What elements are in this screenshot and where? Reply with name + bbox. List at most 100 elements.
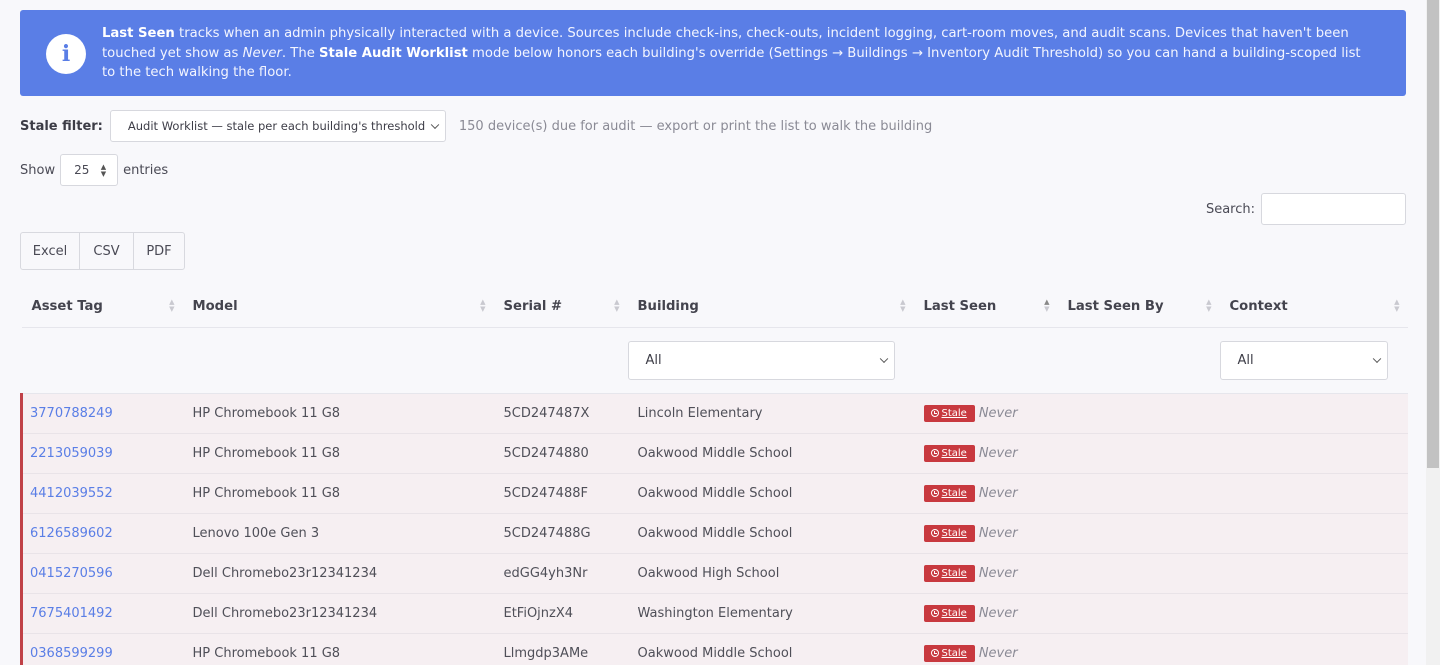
column-header-last-seen[interactable]: Last Seen ▲ ▼ <box>913 287 1058 328</box>
stale-label: Stale <box>941 607 967 619</box>
sort-icon: ▲ ▼ <box>480 298 486 313</box>
cell-context <box>1219 633 1408 665</box>
table-row: 2213059039 HP Chromebook 11 G8 5CD2474880 O… <box>20 433 1408 474</box>
cell-last-seen: Stale Never <box>913 633 1058 665</box>
excel-button[interactable]: Excel <box>20 232 80 270</box>
devices-table: Asset Tag ▲ ▼ Model ▲ ▼ Serial # ▲ ▼ Building ▲… <box>20 287 1408 665</box>
asset-tag-link[interactable]: 6126589602 <box>30 526 113 541</box>
stale-badge[interactable]: Stale <box>923 444 975 462</box>
column-header-asset-tag[interactable]: Asset Tag ▲ ▼ <box>21 287 183 328</box>
search-input[interactable] <box>1261 193 1406 225</box>
context-filter-value: All <box>1237 352 1254 368</box>
cell-model: HP Chromebook 11 G8 <box>182 433 494 474</box>
cell-serial: 5CD247488G <box>493 513 628 554</box>
cell-context <box>1219 553 1408 594</box>
cell-serial: EtFiOjnzX4 <box>493 593 628 634</box>
clock-icon <box>930 449 939 457</box>
cell-building: Oakwood Middle School <box>627 473 914 514</box>
banner-bold-worklist: Stale Audit Worklist <box>319 45 468 61</box>
cell-asset-tag: 0368599299 <box>20 633 183 665</box>
asset-tag-link[interactable]: 2213059039 <box>30 446 113 461</box>
cell-building: Oakwood Middle School <box>627 633 914 665</box>
banner-text: Last Seen tracks when an admin physicall… <box>102 24 1376 83</box>
asset-tag-link[interactable]: 3770788249 <box>30 406 113 421</box>
cell-model: Dell Chromebo23r12341234 <box>182 553 494 594</box>
header-label: Last Seen By <box>1067 299 1164 315</box>
stale-badge[interactable]: Stale <box>923 644 975 662</box>
cell-context <box>1219 513 1408 554</box>
cell-last-seen: Stale Never <box>913 473 1058 514</box>
clock-icon <box>930 609 939 617</box>
cell-building: Oakwood Middle School <box>627 513 914 554</box>
page-length-value: 25 <box>74 163 90 177</box>
column-header-last-seen-by[interactable]: Last Seen By ▲ ▼ <box>1057 287 1220 328</box>
length-control: Show 25 ▲ ▼ entries <box>20 154 1406 186</box>
search-row: Search: <box>20 193 1406 225</box>
stale-badge[interactable]: Stale <box>923 524 975 542</box>
building-filter-value: All <box>645 352 662 368</box>
cell-context <box>1219 433 1408 474</box>
last-seen-value: Never <box>978 645 1018 661</box>
stale-badge[interactable]: Stale <box>923 604 975 622</box>
pdf-button[interactable]: PDF <box>133 232 185 270</box>
stale-badge[interactable]: Stale <box>923 564 975 582</box>
table-row: 0415270596 Dell Chromebo23r12341234 edGG4y… <box>20 553 1408 594</box>
sort-asc-icon: ▲ ▼ <box>1044 298 1050 313</box>
column-header-serial[interactable]: Serial # ▲ ▼ <box>493 287 628 328</box>
building-filter-select[interactable]: All <box>627 340 895 380</box>
asset-tag-link[interactable]: 0368599299 <box>30 646 113 661</box>
scrollbar-thumb[interactable] <box>1427 0 1439 468</box>
column-header-building[interactable]: Building ▲ ▼ <box>627 287 914 328</box>
scrollbar[interactable] <box>1426 0 1440 665</box>
cell-serial: 5CD247488F <box>493 473 628 514</box>
cell-last-seen-by <box>1057 433 1220 474</box>
sort-icon: ▲ ▼ <box>614 298 620 313</box>
context-filter-select[interactable]: All <box>1219 340 1388 380</box>
page-length-select[interactable]: 25 ▲ ▼ <box>60 154 119 186</box>
stale-filter-select[interactable]: Audit Worklist — stale per each building… <box>109 110 446 142</box>
cell-model: Lenovo 100e Gen 3 <box>182 513 494 554</box>
column-header-context[interactable]: Context ▲ ▼ <box>1219 287 1408 328</box>
cell-context <box>1219 593 1408 634</box>
asset-tag-link[interactable]: 7675401492 <box>30 606 113 621</box>
stale-filter-label: Stale filter: <box>20 118 103 134</box>
cell-model: Dell Chromebo23r12341234 <box>182 593 494 634</box>
cell-asset-tag: 7675401492 <box>20 593 183 634</box>
cell-model: HP Chromebook 11 G8 <box>182 473 494 514</box>
audit-count-note: 150 device(s) due for audit — export or … <box>458 118 933 134</box>
header-label: Context <box>1229 299 1288 315</box>
show-label: Show <box>20 162 56 178</box>
stale-label: Stale <box>941 487 967 499</box>
cell-serial: edGG4yh3Nr <box>493 553 628 594</box>
asset-tag-link[interactable]: 4412039552 <box>30 486 113 501</box>
cell-building: Oakwood Middle School <box>627 433 914 474</box>
cell-model: HP Chromebook 11 G8 <box>182 633 494 665</box>
cell-last-seen: Stale Never <box>913 553 1058 594</box>
asset-tag-link[interactable]: 0415270596 <box>30 566 113 581</box>
cell-building: Oakwood High School <box>627 553 914 594</box>
clock-icon <box>930 649 939 657</box>
last-seen-value: Never <box>978 485 1018 501</box>
header-label: Building <box>637 299 699 315</box>
cell-asset-tag: 6126589602 <box>20 513 183 554</box>
cell-last-seen: Stale Never <box>913 513 1058 554</box>
stale-badge[interactable]: Stale <box>923 404 975 422</box>
cell-asset-tag: 4412039552 <box>20 473 183 514</box>
csv-button[interactable]: CSV <box>79 232 134 270</box>
cell-serial: Llmgdp3AMe <box>493 633 628 665</box>
cell-context <box>1219 393 1408 434</box>
stale-label: Stale <box>941 407 967 419</box>
stale-badge[interactable]: Stale <box>923 484 975 502</box>
cell-last-seen-by <box>1057 473 1220 514</box>
stale-label: Stale <box>941 447 967 459</box>
last-seen-value: Never <box>978 605 1018 621</box>
table-row: 3770788249 HP Chromebook 11 G8 5CD247487X L… <box>20 393 1408 434</box>
cell-last-seen: Stale Never <box>913 433 1058 474</box>
header-label: Model <box>192 299 238 315</box>
table-row: 0368599299 HP Chromebook 11 G8 Llmgdp3AMe O… <box>20 633 1408 665</box>
table-header-row: Asset Tag ▲ ▼ Model ▲ ▼ Serial # ▲ ▼ Building ▲… <box>21 287 1408 328</box>
cell-serial: 5CD247487X <box>493 393 628 434</box>
sort-icon: ▲ ▼ <box>169 298 175 313</box>
last-seen-value: Never <box>978 525 1018 541</box>
column-header-model[interactable]: Model ▲ ▼ <box>182 287 494 328</box>
